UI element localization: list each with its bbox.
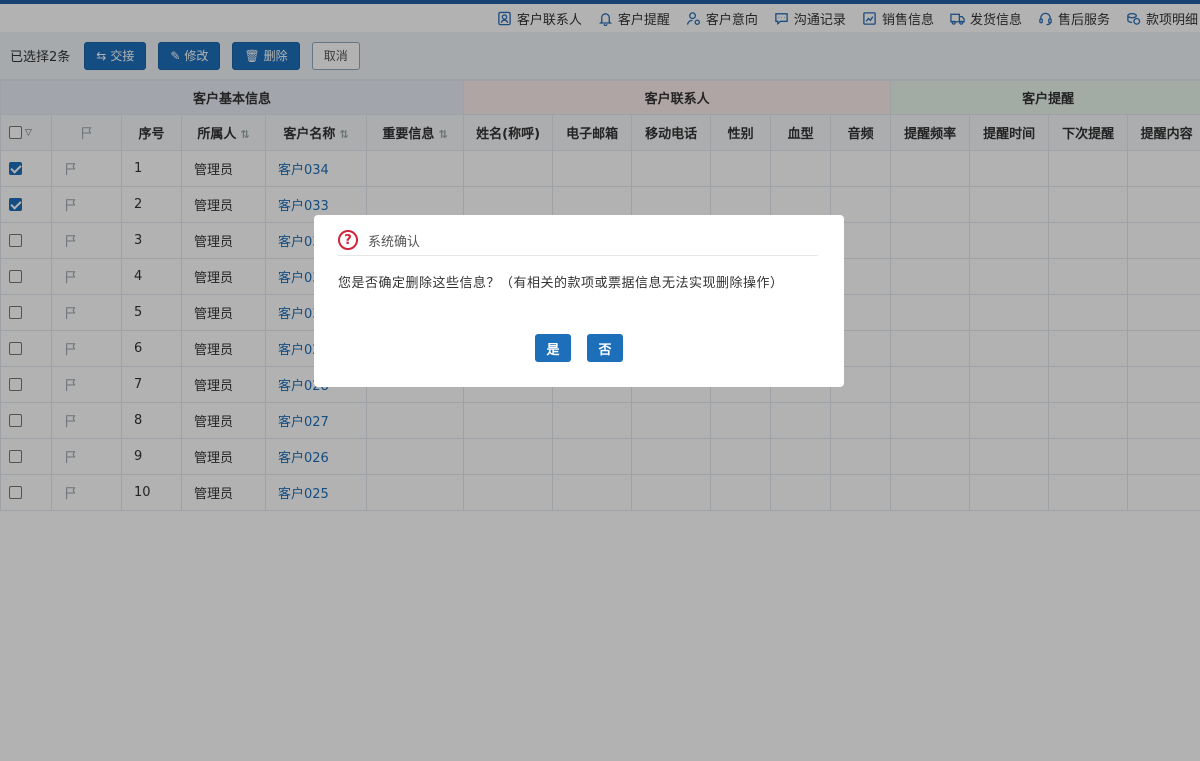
dialog-header: ? 系统确认 <box>338 229 818 256</box>
question-icon: ? <box>338 230 358 250</box>
dialog-title: 系统确认 <box>368 234 421 250</box>
confirm-dialog: ? 系统确认 您是否确定删除这些信息？（有相关的款项或票据信息无法实现删除操作）… <box>314 215 844 387</box>
dialog-buttons: 是 否 <box>314 334 844 362</box>
confirm-no-button[interactable]: 否 <box>587 334 623 362</box>
confirm-yes-button[interactable]: 是 <box>535 334 571 362</box>
dialog-message: 您是否确定删除这些信息？（有相关的款项或票据信息无法实现删除操作） <box>338 276 784 291</box>
